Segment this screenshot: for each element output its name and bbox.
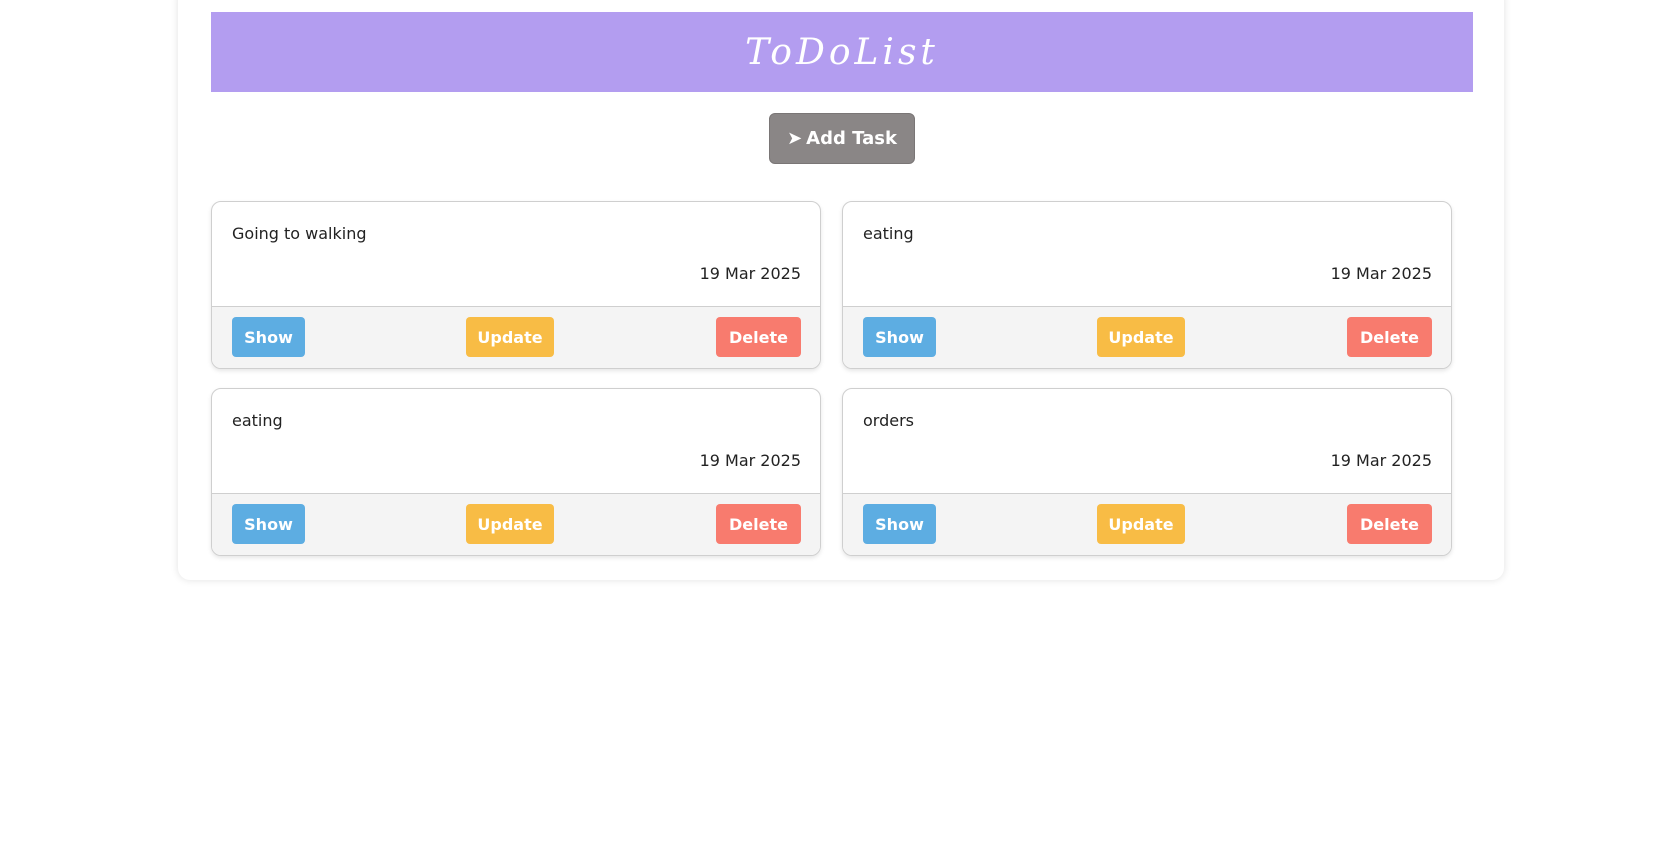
- task-text: eating: [863, 224, 914, 243]
- task-date: 19 Mar 2025: [699, 451, 801, 470]
- delete-button[interactable]: Delete: [1347, 504, 1432, 544]
- arrow-icon: ➤: [787, 128, 803, 149]
- delete-button[interactable]: Delete: [716, 504, 801, 544]
- task-card: Going to walking 19 Mar 2025 Show Update…: [211, 201, 821, 369]
- task-date: 19 Mar 2025: [699, 264, 801, 283]
- update-button[interactable]: Update: [466, 317, 554, 357]
- task-card-body: eating 19 Mar 2025: [212, 389, 820, 494]
- task-card-body: eating 19 Mar 2025: [843, 202, 1451, 307]
- add-task-button[interactable]: ➤ Add Task: [769, 113, 915, 164]
- page-title: ToDoList: [745, 31, 939, 73]
- task-card-footer: Show Update Delete: [212, 307, 820, 368]
- update-button[interactable]: Update: [1097, 504, 1185, 544]
- task-card: eating 19 Mar 2025 Show Update Delete: [211, 388, 821, 556]
- delete-button[interactable]: Delete: [1347, 317, 1432, 357]
- task-text: orders: [863, 411, 914, 430]
- task-text: Going to walking: [232, 224, 367, 243]
- show-button[interactable]: Show: [232, 504, 305, 544]
- show-button[interactable]: Show: [863, 504, 936, 544]
- show-button[interactable]: Show: [232, 317, 305, 357]
- task-card: orders 19 Mar 2025 Show Update Delete: [842, 388, 1452, 556]
- task-text: eating: [232, 411, 283, 430]
- update-button[interactable]: Update: [466, 504, 554, 544]
- show-button[interactable]: Show: [863, 317, 936, 357]
- delete-button[interactable]: Delete: [716, 317, 801, 357]
- task-card: eating 19 Mar 2025 Show Update Delete: [842, 201, 1452, 369]
- task-card-body: orders 19 Mar 2025: [843, 389, 1451, 494]
- add-task-label: Add Task: [806, 128, 897, 149]
- update-button[interactable]: Update: [1097, 317, 1185, 357]
- todo-container: ToDoList ➤ Add Task Going to walking 19 …: [178, 0, 1504, 580]
- task-card-footer: Show Update Delete: [212, 494, 820, 555]
- task-card-body: Going to walking 19 Mar 2025: [212, 202, 820, 307]
- task-date: 19 Mar 2025: [1330, 264, 1432, 283]
- header-banner: ToDoList: [211, 12, 1473, 92]
- task-card-footer: Show Update Delete: [843, 494, 1451, 555]
- task-date: 19 Mar 2025: [1330, 451, 1432, 470]
- task-card-footer: Show Update Delete: [843, 307, 1451, 368]
